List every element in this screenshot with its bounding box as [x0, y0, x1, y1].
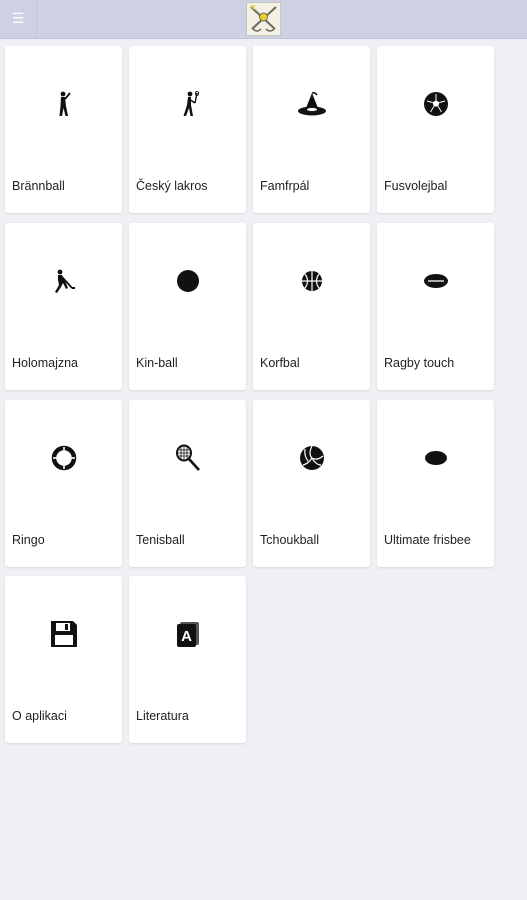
witch-hat-icon	[253, 90, 370, 118]
tile-label: Tchoukball	[260, 533, 320, 547]
tile-label: Famfrpál	[260, 179, 310, 193]
basketball-icon	[253, 267, 370, 295]
tile-famfrpal[interactable]: Famfrpál	[253, 46, 370, 213]
frisbee-icon	[377, 444, 494, 472]
tile-label: Korfbal	[260, 356, 300, 370]
tile-korfbal[interactable]: Korfbal	[253, 223, 370, 390]
crossed-sticks-logo	[250, 5, 277, 32]
tile-brannball[interactable]: Brännball	[5, 46, 122, 213]
tile-ringo[interactable]: Ringo	[5, 400, 122, 567]
tennis-racket-icon	[129, 444, 246, 472]
svg-text:A: A	[181, 628, 192, 645]
hamburger-menu-icon: ☰	[11, 11, 25, 27]
tile-label: Holomajzna	[12, 356, 79, 370]
tile-o-aplikaci[interactable]: O aplikaci	[5, 576, 122, 743]
tile-tchoukball[interactable]: Tchoukball	[253, 400, 370, 567]
top-app-bar: ☰	[0, 0, 527, 39]
floppy-disk-icon	[5, 620, 122, 648]
ball-icon	[129, 267, 246, 295]
tile-label: Brännball	[12, 179, 65, 193]
tile-label: O aplikaci	[12, 709, 67, 723]
menu-button[interactable]: ☰	[0, 0, 37, 38]
tile-holomajzna[interactable]: Holomajzna	[5, 223, 122, 390]
ring-icon	[5, 444, 122, 472]
app-logo	[246, 2, 281, 36]
tile-label: Tenisball	[136, 533, 185, 547]
hockey-player-icon	[5, 267, 122, 295]
tile-label: Fusvolejbal	[384, 179, 448, 193]
rugby-ball-icon	[377, 267, 494, 295]
letter-a-icon: A	[129, 620, 246, 648]
batter-icon	[5, 90, 122, 118]
tile-fusvolejbal[interactable]: Fusvolejbal	[377, 46, 494, 213]
tile-label: Literatura	[136, 709, 189, 723]
tile-tenisball[interactable]: Tenisball	[129, 400, 246, 567]
tile-label: Český lakros	[136, 179, 208, 193]
tile-ragby-touch[interactable]: Ragby touch	[377, 223, 494, 390]
volleyball-icon	[253, 444, 370, 472]
tile-label: Ringo	[12, 533, 45, 547]
tile-literatura[interactable]: A Literatura	[129, 576, 246, 743]
tile-cesky-lakros[interactable]: Český lakros	[129, 46, 246, 213]
tile-kin-ball[interactable]: Kin-ball	[129, 223, 246, 390]
lacrosse-player-icon	[129, 90, 246, 118]
tile-label: Ragby touch	[384, 356, 455, 370]
soccer-ball-icon	[377, 90, 494, 118]
tile-label: Kin-ball	[136, 356, 178, 370]
tile-label: Ultimate frisbee	[384, 533, 471, 547]
tile-ultimate-frisbee[interactable]: Ultimate frisbee	[377, 400, 494, 567]
